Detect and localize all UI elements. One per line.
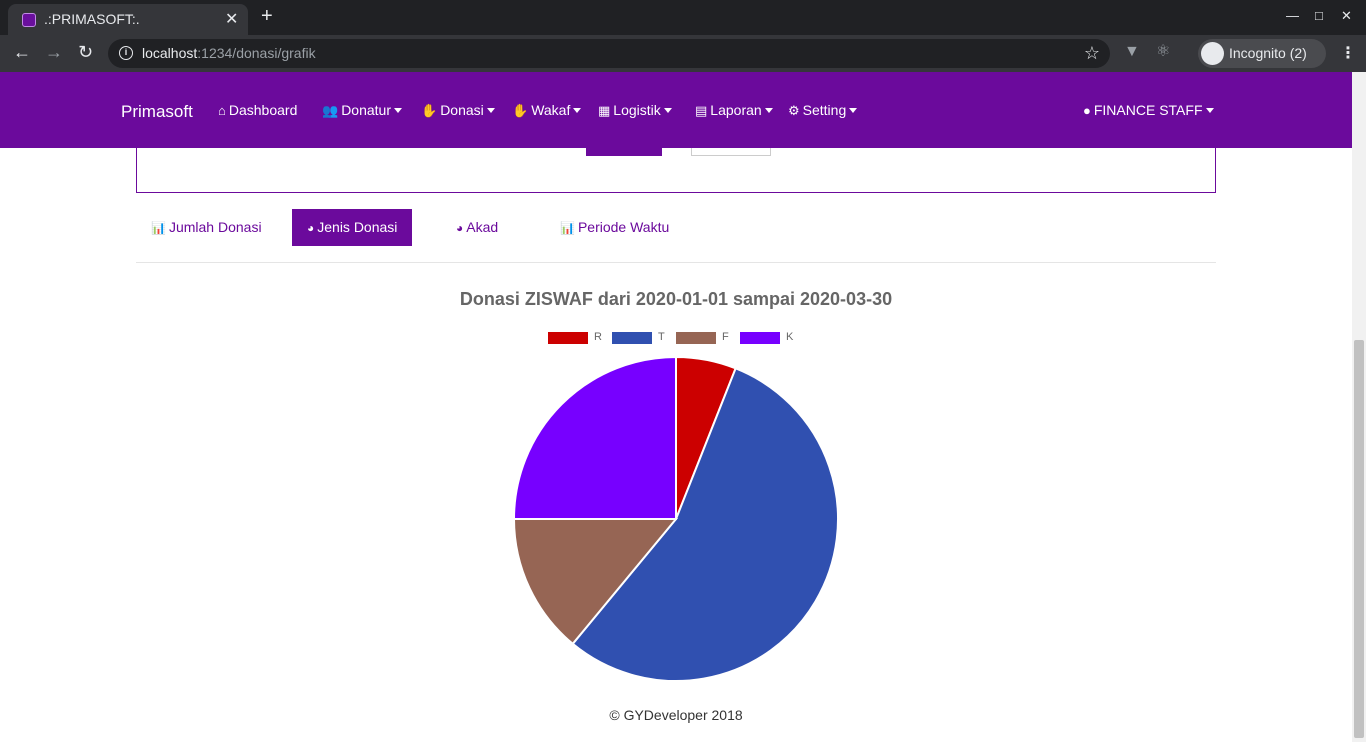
pie-slice-k[interactable] xyxy=(512,355,677,520)
app-navbar: Primasoft ⌂ Dashboard 👥 Donatur ✋ Donasi ✋ W… xyxy=(0,72,1352,148)
submit-button[interactable] xyxy=(586,148,662,156)
nav-wakaf[interactable]: ✋ Wakaf xyxy=(512,102,582,119)
nav-user-menu[interactable]: ● FINANCE STAFF xyxy=(1083,102,1214,118)
react-devtools-icon[interactable]: ⚛ xyxy=(1156,44,1170,60)
address-bar[interactable]: i localhost:1234/donasi/grafik ☆ xyxy=(108,39,1110,68)
bookmark-star-icon[interactable]: ☆ xyxy=(1084,43,1100,64)
incognito-profile-button[interactable]: Incognito (2) xyxy=(1198,39,1326,68)
caret-down-icon xyxy=(663,108,672,113)
minimize-icon[interactable]: — xyxy=(1286,8,1299,23)
footer-copyright: © GYDeveloper 2018 xyxy=(609,707,743,723)
reload-icon[interactable]: ↻ xyxy=(78,43,93,61)
url-text: localhost:1234/donasi/grafik xyxy=(142,45,316,61)
caret-down-icon xyxy=(849,108,858,113)
nav-logistik[interactable]: ▦ Logistik xyxy=(598,102,672,119)
hand-holding-icon: ✋ xyxy=(421,103,438,118)
maximize-icon[interactable]: □ xyxy=(1315,8,1323,23)
cogs-icon: ⚙ xyxy=(788,103,800,118)
chart-pie-handshake-icon: ◕ xyxy=(456,221,464,235)
nav-setting[interactable]: ⚙ Setting xyxy=(788,102,858,119)
chart-bar-file-icon: 📊 xyxy=(151,221,166,235)
nav-donasi[interactable]: ✋ Donasi xyxy=(421,102,495,119)
caret-down-icon xyxy=(764,108,773,113)
caret-down-icon xyxy=(573,108,582,113)
reset-button[interactable] xyxy=(691,148,771,156)
forward-icon[interactable]: → xyxy=(45,43,63,61)
page-scrollbar[interactable] xyxy=(1352,72,1366,742)
nav-donatur[interactable]: 👥 Donatur xyxy=(322,102,402,119)
caret-down-icon xyxy=(394,108,402,113)
chart-title: Donasi ZISWAF dari 2020-01-01 sampai 202… xyxy=(459,289,893,309)
tab-jumlah-donasi[interactable]: 📊 Jumlah Donasi xyxy=(136,209,277,246)
caret-down-icon xyxy=(1205,108,1214,113)
scrollbar-thumb[interactable] xyxy=(1354,340,1364,738)
user-circle-icon: ● xyxy=(1083,103,1091,118)
new-tab-icon[interactable]: + xyxy=(261,6,273,26)
tab-akad[interactable]: ◕ Akad xyxy=(441,209,513,246)
back-icon[interactable]: ← xyxy=(13,43,31,61)
tab-periode-waktu[interactable]: 📊 Periode Waktu xyxy=(545,209,684,246)
brand-link[interactable]: Primasoft xyxy=(121,102,193,122)
users-icon: 👥 xyxy=(322,103,339,118)
chart-pie-boxes-icon: ◕ xyxy=(307,221,315,235)
browser-tab[interactable]: .:PRIMASOFT:. ✕ xyxy=(8,4,248,35)
browser-menu-icon[interactable]: ⋮ xyxy=(1340,43,1356,63)
favicon-icon xyxy=(22,13,36,27)
browser-tab-bar: .:PRIMASOFT:. ✕ + — □ ✕ xyxy=(0,0,1366,35)
chart-bar-clock-icon: 📊 xyxy=(560,221,575,235)
pie-chart xyxy=(512,355,839,682)
warehouse-icon: ▦ xyxy=(598,103,611,118)
window-close-icon[interactable]: ✕ xyxy=(1341,8,1352,24)
incognito-icon xyxy=(1201,42,1224,65)
incognito-label: Incognito (2) xyxy=(1229,45,1307,61)
vue-devtools-icon[interactable]: ▼ xyxy=(1124,44,1140,60)
chart-tabs: 📊 Jumlah Donasi ◕ Jenis Donasi ◕ Akad 📊 Peri… xyxy=(136,209,1216,263)
browser-toolbar: ← → ↻ i localhost:1234/donasi/grafik ☆ ▼… xyxy=(0,35,1366,72)
tab-close-icon[interactable]: ✕ xyxy=(225,9,238,29)
nav-dashboard[interactable]: ⌂ Dashboard xyxy=(218,102,297,118)
tab-jenis-donasi[interactable]: ◕ Jenis Donasi xyxy=(292,209,413,246)
hand-holding-icon: ✋ xyxy=(512,103,529,118)
caret-down-icon xyxy=(486,108,495,113)
site-info-icon[interactable]: i xyxy=(119,46,133,60)
filter-panel xyxy=(136,148,1216,193)
tab-title: .:PRIMASOFT:. xyxy=(44,11,140,27)
file-icon: ▤ xyxy=(695,103,708,118)
home-icon: ⌂ xyxy=(218,103,226,118)
nav-laporan[interactable]: ▤ Laporan xyxy=(695,102,773,119)
